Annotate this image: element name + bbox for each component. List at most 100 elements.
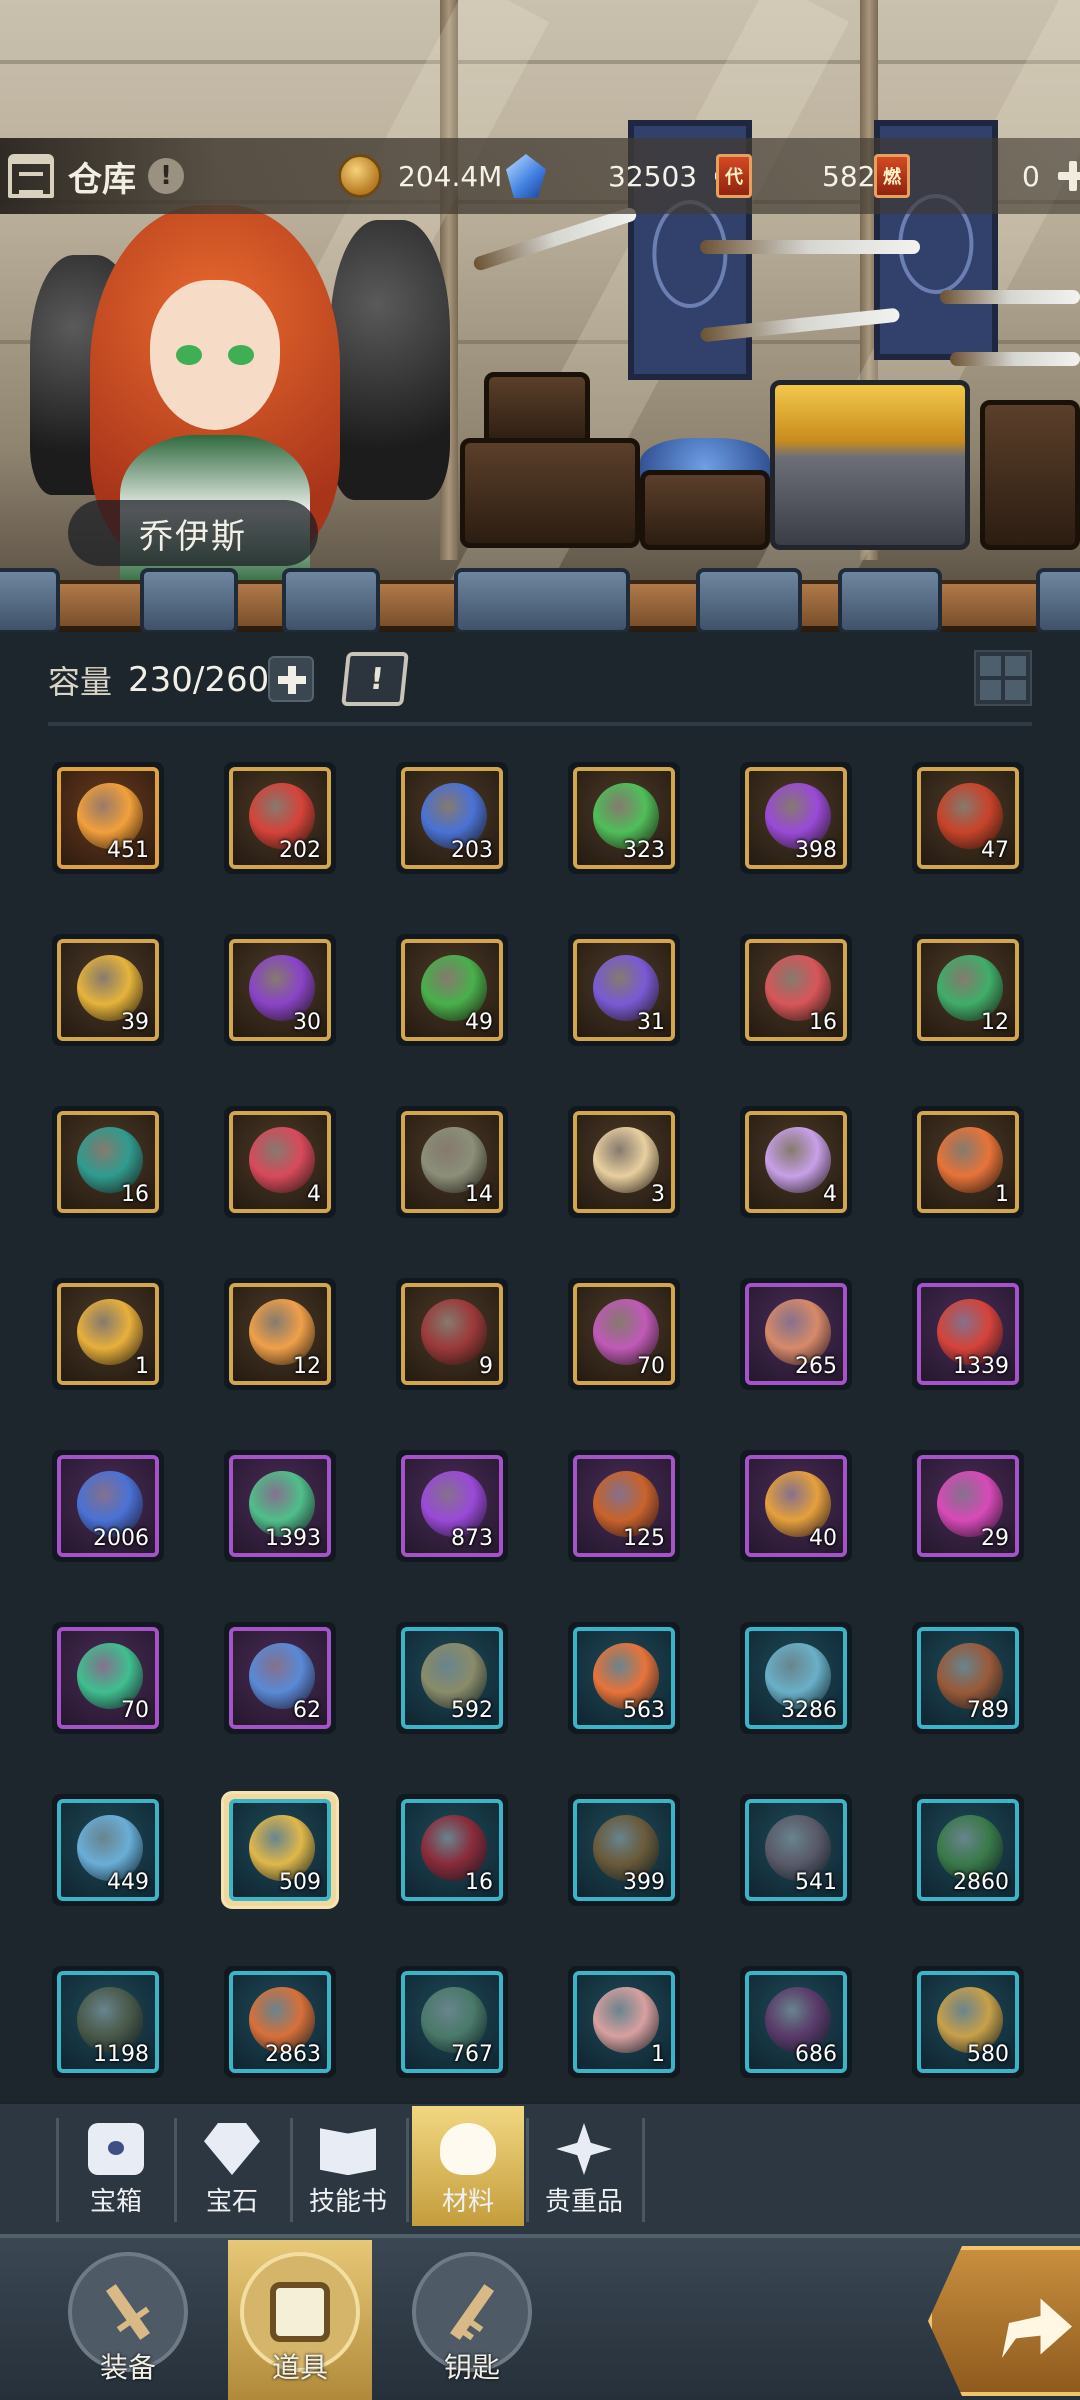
- item-slot[interactable]: 3286: [740, 1622, 852, 1734]
- item-count: 509: [279, 1870, 321, 1895]
- item-slot[interactable]: 1339: [912, 1278, 1024, 1390]
- add-fuel-button[interactable]: [1056, 159, 1080, 193]
- item-slot[interactable]: 31: [568, 934, 680, 1046]
- item-slot[interactable]: 4: [740, 1106, 852, 1218]
- item-slot[interactable]: 1198: [52, 1966, 164, 2078]
- item-slot[interactable]: 16: [396, 1794, 508, 1906]
- item-count: 686: [795, 2042, 837, 2067]
- item-slot[interactable]: 2863: [224, 1966, 336, 2078]
- item-count: 451: [107, 838, 149, 863]
- item-slot[interactable]: 62: [224, 1622, 336, 1734]
- category-tab-diamond[interactable]: 宝石: [176, 2116, 288, 2226]
- category-tab-chest[interactable]: 宝箱: [60, 2116, 172, 2226]
- category-label: 宝箱: [89, 2187, 142, 2217]
- item-slot[interactable]: 203: [396, 762, 508, 874]
- item-count: 767: [451, 2042, 493, 2067]
- item-count: 399: [623, 1870, 665, 1895]
- item-frame: 4: [229, 1111, 331, 1213]
- item-frame: 70: [573, 1283, 675, 1385]
- item-slot[interactable]: 509: [224, 1794, 336, 1906]
- item-slot[interactable]: 563: [568, 1622, 680, 1734]
- item-frame: 39: [57, 939, 159, 1041]
- item-count: 449: [107, 1870, 149, 1895]
- item-frame: 14: [401, 1111, 503, 1213]
- item-slot[interactable]: 323: [568, 762, 680, 874]
- item-slot[interactable]: 16: [52, 1106, 164, 1218]
- category-tab-book[interactable]: 技能书: [292, 2116, 404, 2226]
- item-slot[interactable]: 29: [912, 1450, 1024, 1562]
- item-slot[interactable]: 449: [52, 1794, 164, 1906]
- item-count: 2006: [93, 1526, 149, 1551]
- item-count: 40: [809, 1526, 837, 1551]
- item-slot[interactable]: 12: [224, 1278, 336, 1390]
- item-slot[interactable]: 30: [224, 934, 336, 1046]
- item-slot[interactable]: 70: [568, 1278, 680, 1390]
- item-slot[interactable]: 1: [912, 1106, 1024, 1218]
- category-tab-star[interactable]: 贵重品: [528, 2116, 640, 2226]
- item-slot[interactable]: 398: [740, 762, 852, 874]
- item-slot[interactable]: 14: [396, 1106, 508, 1218]
- item-slot[interactable]: 789: [912, 1622, 1024, 1734]
- item-slot[interactable]: 3: [568, 1106, 680, 1218]
- capacity-value: 230/260: [128, 660, 270, 700]
- item-slot[interactable]: 40: [740, 1450, 852, 1562]
- capacity-label: 容量: [48, 663, 113, 701]
- item-slot[interactable]: 9: [396, 1278, 508, 1390]
- expand-capacity-button[interactable]: [268, 656, 314, 702]
- item-slot[interactable]: 580: [912, 1966, 1024, 2078]
- item-frame: 873: [401, 1455, 503, 1557]
- item-slot[interactable]: 686: [740, 1966, 852, 2078]
- item-slot[interactable]: 202: [224, 762, 336, 874]
- item-count: 12: [981, 1010, 1009, 1035]
- item-frame: 2863: [229, 1971, 331, 2073]
- nav-tab-sword[interactable]: 装备: [56, 2240, 200, 2400]
- item-slot[interactable]: 1: [52, 1278, 164, 1390]
- divider: [48, 722, 1032, 726]
- item-slot[interactable]: 767: [396, 1966, 508, 2078]
- item-slot[interactable]: 49: [396, 934, 508, 1046]
- grid-view-icon[interactable]: [974, 650, 1032, 706]
- info-icon[interactable]: !: [148, 158, 184, 194]
- item-slot[interactable]: 873: [396, 1450, 508, 1562]
- item-count: 62: [293, 1698, 321, 1723]
- item-frame: 3: [573, 1111, 675, 1213]
- warehouse-screen: 乔伊斯 仓库 ! 204.4M 32503 代 5820 燃 0 容量 230/…: [0, 0, 1080, 2400]
- item-slot[interactable]: 265: [740, 1278, 852, 1390]
- item-slot[interactable]: 1393: [224, 1450, 336, 1562]
- item-slot[interactable]: 47: [912, 762, 1024, 874]
- item-frame: 580: [917, 1971, 1019, 2073]
- material-icon: [440, 2123, 496, 2175]
- item-frame: 30: [229, 939, 331, 1041]
- notice-icon[interactable]: [341, 652, 409, 706]
- item-slot[interactable]: 2860: [912, 1794, 1024, 1906]
- item-slot[interactable]: 399: [568, 1794, 680, 1906]
- item-slot[interactable]: 16: [740, 934, 852, 1046]
- item-slot[interactable]: 4: [224, 1106, 336, 1218]
- item-count: 1: [995, 1182, 1009, 1207]
- item-frame: 686: [745, 1971, 847, 2073]
- item-slot[interactable]: 125: [568, 1450, 680, 1562]
- item-count: 14: [465, 1182, 493, 1207]
- item-count: 789: [967, 1698, 1009, 1723]
- nav-tab-key[interactable]: 钥匙: [400, 2240, 544, 2400]
- red-sprout-icon: [249, 1127, 315, 1193]
- item-slot[interactable]: 39: [52, 934, 164, 1046]
- item-slot[interactable]: 12: [912, 934, 1024, 1046]
- golden-drop-icon: [77, 1299, 143, 1365]
- category-tab-material[interactable]: 材料: [412, 2106, 524, 2226]
- item-slot[interactable]: 541: [740, 1794, 852, 1906]
- item-frame: 9: [401, 1283, 503, 1385]
- item-count: 31: [637, 1010, 665, 1035]
- item-slot[interactable]: 451: [52, 762, 164, 874]
- item-slot[interactable]: 70: [52, 1622, 164, 1734]
- item-frame: 4: [745, 1111, 847, 1213]
- item-slot[interactable]: 2006: [52, 1450, 164, 1562]
- nav-tab-treasure-chest[interactable]: 道具: [228, 2240, 372, 2400]
- item-slot[interactable]: 1: [568, 1966, 680, 2078]
- item-count: 1339: [953, 1354, 1009, 1379]
- item-frame: 563: [573, 1627, 675, 1729]
- item-slot[interactable]: 592: [396, 1622, 508, 1734]
- sword-icon: [86, 2270, 170, 2354]
- treasure-chest-icon: [270, 2282, 330, 2342]
- diamond-icon: [204, 2123, 260, 2175]
